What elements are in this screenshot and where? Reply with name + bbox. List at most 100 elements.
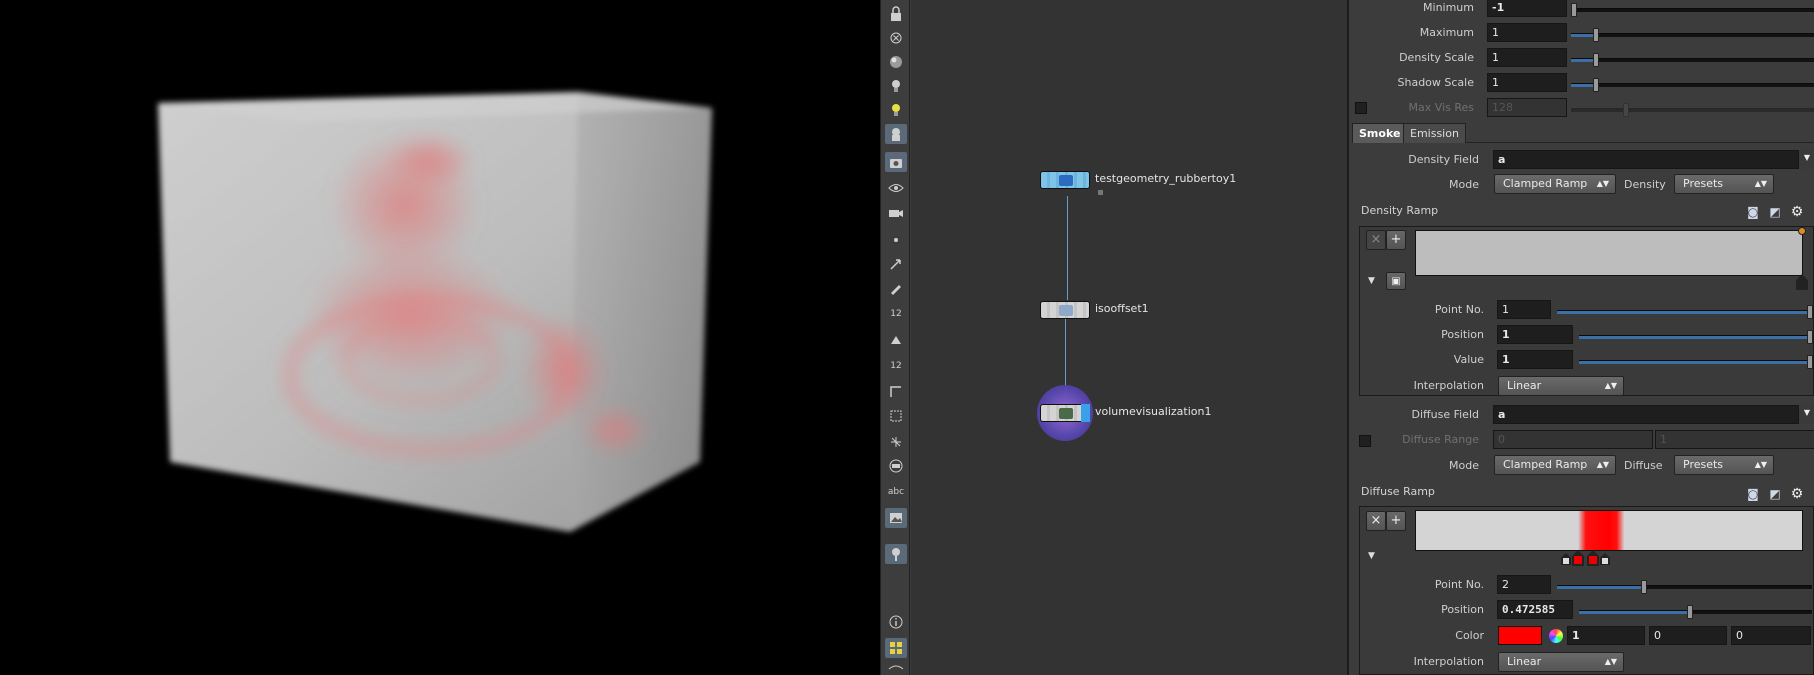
node-isooffset[interactable]	[1040, 301, 1090, 319]
light-icon[interactable]	[885, 76, 907, 96]
shadow-scale-field[interactable]: 1	[1487, 73, 1567, 92]
close-view-icon[interactable]	[885, 28, 907, 48]
chevron-down-icon[interactable]: ▼	[1800, 149, 1814, 169]
slider-handle[interactable]	[1593, 28, 1599, 42]
display-flag-icon[interactable]	[1081, 404, 1090, 422]
maximum-field[interactable]: 1	[1487, 23, 1567, 42]
tab-smoke[interactable]: Smoke	[1352, 123, 1408, 143]
houdini-window: 12 12 abc testgeometry_rubbertoy1 isooff…	[0, 0, 1814, 675]
diffuse-mode-menu[interactable]: Clamped Ramp ▲▼	[1494, 455, 1616, 475]
ghost-icon[interactable]	[885, 124, 907, 144]
position-slider[interactable]	[1579, 605, 1812, 619]
menu-arrows-icon: ▲▼	[1596, 179, 1609, 188]
slider-handle[interactable]	[1593, 53, 1599, 67]
maximum-label: Maximum	[1419, 26, 1474, 39]
expand-arrow-icon[interactable]: ▼	[1368, 276, 1375, 286]
ramp-preset-icon[interactable]: ◙	[1745, 486, 1761, 502]
color-wheel-icon[interactable]	[1549, 629, 1563, 643]
slider-handle[interactable]	[1807, 330, 1813, 344]
grid-layout-icon[interactable]	[885, 638, 907, 658]
ramp-mode-icon[interactable]: ▣	[1386, 272, 1406, 290]
value-slider[interactable]	[1579, 355, 1813, 369]
point-no-field[interactable]: 1	[1497, 300, 1551, 319]
lock-icon[interactable]	[885, 4, 907, 24]
point-no-slider[interactable]	[1557, 305, 1813, 319]
density-mode-menu[interactable]: Clamped Ramp ▲▼	[1494, 174, 1616, 194]
color-b-field[interactable]: 0	[1731, 626, 1811, 645]
text-label-icon[interactable]: abc	[885, 482, 907, 502]
color-g-field[interactable]: 0	[1649, 626, 1727, 645]
vector-icon[interactable]	[885, 432, 907, 452]
visibility-icon[interactable]	[885, 662, 907, 674]
diffuse-presets-menu[interactable]: Presets ▲▼	[1674, 455, 1774, 475]
menu-arrows-icon: ▲▼	[1604, 657, 1617, 666]
chevron-down-icon[interactable]: ▼	[1800, 404, 1814, 424]
density-mode-value: Clamped Ramp	[1503, 177, 1588, 190]
value-field[interactable]: 1	[1497, 350, 1573, 369]
interpolation-value: Linear	[1507, 655, 1542, 668]
slider-handle[interactable]	[1687, 605, 1693, 619]
density-scale-slider[interactable]	[1571, 53, 1814, 67]
slider-handle[interactable]	[1571, 3, 1577, 17]
minimum-field[interactable]: -1	[1487, 0, 1567, 17]
node-testgeometry[interactable]	[1040, 171, 1090, 189]
normal-icon[interactable]	[885, 254, 907, 274]
background-image-icon[interactable]	[885, 508, 907, 528]
position-field[interactable]: 0.472585	[1497, 600, 1573, 619]
tab-emission[interactable]: Emission	[1403, 123, 1466, 143]
uv-icon[interactable]	[885, 382, 907, 402]
density-scale-label: Density Scale	[1399, 51, 1474, 64]
maximum-slider[interactable]	[1571, 28, 1814, 42]
gear-icon[interactable]: ⚙	[1789, 204, 1805, 220]
density-presets-menu[interactable]: Presets ▲▼	[1674, 174, 1774, 194]
gear-icon[interactable]: ⚙	[1789, 486, 1805, 502]
menu-arrows-icon: ▲▼	[1596, 460, 1609, 469]
color-swatch[interactable]	[1498, 626, 1542, 645]
render-camera-icon[interactable]	[885, 202, 907, 222]
point-no-field[interactable]: 2	[1497, 575, 1551, 594]
minimum-slider[interactable]	[1571, 3, 1814, 17]
point-icon[interactable]	[885, 230, 907, 250]
color-r-field[interactable]: 1	[1567, 626, 1645, 645]
add-point-button[interactable]: +	[1386, 511, 1406, 531]
camera-icon[interactable]	[885, 152, 907, 172]
rubbertoy-icon	[1059, 175, 1073, 186]
network-editor[interactable]: testgeometry_rubbertoy1 isooffset1 volum…	[911, 0, 1347, 675]
slider-handle[interactable]	[1641, 580, 1647, 594]
primitive-icon[interactable]	[885, 330, 907, 350]
slider-handle[interactable]	[1593, 78, 1599, 92]
ramp-reset-icon[interactable]: ◩	[1767, 486, 1783, 502]
point-number-icon[interactable]: 12	[885, 304, 907, 324]
scene-viewport[interactable]	[0, 0, 880, 675]
slider-handle[interactable]	[1807, 305, 1813, 319]
density-scale-field[interactable]: 1	[1487, 48, 1567, 67]
snapping-icon[interactable]	[885, 544, 907, 564]
position-slider[interactable]	[1579, 330, 1813, 344]
template-icon[interactable]	[885, 456, 907, 476]
density-field-input[interactable]: a	[1493, 150, 1799, 169]
remove-point-button[interactable]: ×	[1366, 511, 1386, 531]
ramp-reset-icon[interactable]: ◩	[1767, 204, 1783, 220]
ramp-key-marker[interactable]	[1798, 227, 1806, 235]
eye-icon[interactable]	[885, 178, 907, 198]
slider-handle[interactable]	[1807, 355, 1813, 369]
diffuse-field-input[interactable]: a	[1493, 405, 1799, 424]
primitive-number-icon[interactable]: 12	[885, 356, 907, 376]
shadow-scale-slider[interactable]	[1571, 78, 1814, 92]
point-no-slider[interactable]	[1557, 580, 1812, 594]
expand-arrow-icon[interactable]: ▼	[1368, 551, 1375, 561]
diffuse-ramp-gradient[interactable]	[1415, 510, 1803, 551]
bounding-box-icon[interactable]	[885, 406, 907, 426]
interpolation-menu[interactable]: Linear ▲▼	[1498, 376, 1624, 396]
diffuse-ramp-title: Diffuse Ramp	[1361, 485, 1435, 498]
remove-point-button[interactable]: ×	[1366, 230, 1386, 250]
ramp-preset-icon[interactable]: ◙	[1745, 204, 1761, 220]
interpolation-menu[interactable]: Linear ▲▼	[1498, 652, 1624, 672]
density-ramp-gradient[interactable]	[1415, 230, 1803, 276]
shading-icon[interactable]	[885, 52, 907, 72]
headlight-icon[interactable]	[885, 100, 907, 120]
info-icon[interactable]	[885, 612, 907, 632]
brush-icon[interactable]	[885, 278, 907, 298]
position-field[interactable]: 1	[1497, 325, 1573, 344]
add-point-button[interactable]: +	[1386, 230, 1406, 250]
